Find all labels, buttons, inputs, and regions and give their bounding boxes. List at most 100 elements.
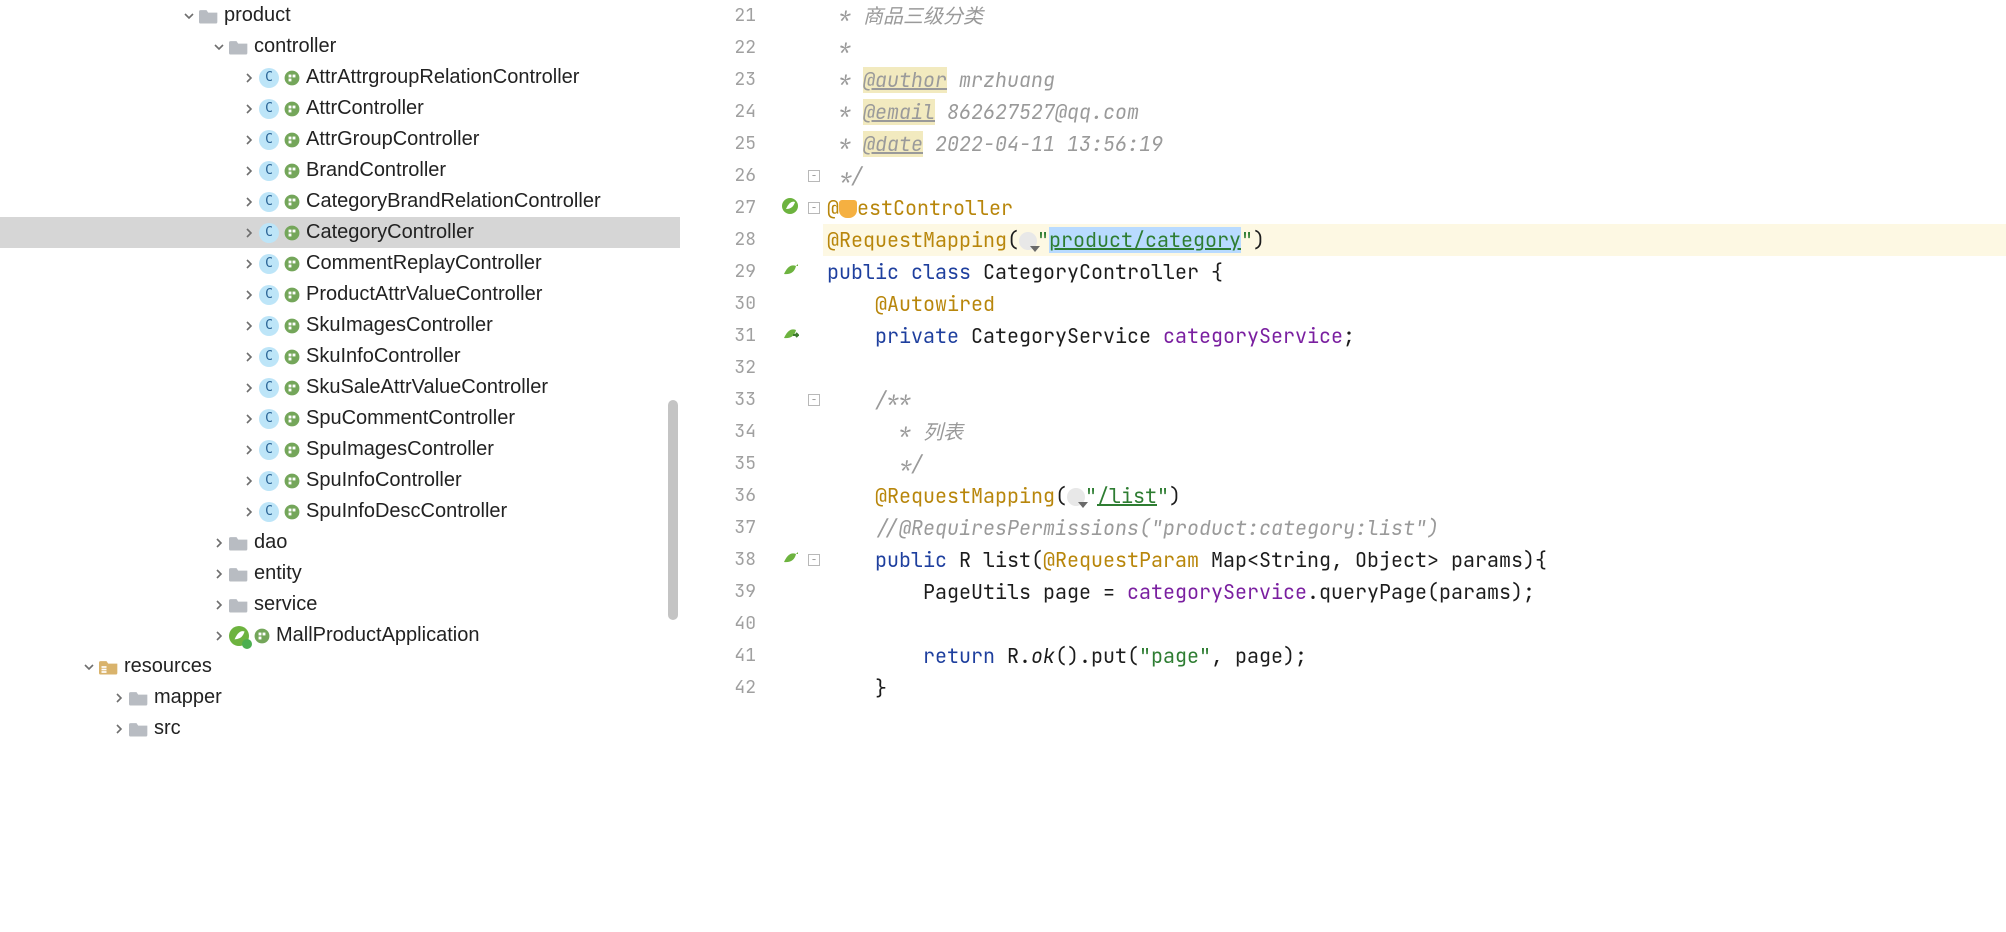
- line-number[interactable]: 36: [680, 480, 774, 512]
- fold-toggle-icon[interactable]: −: [808, 554, 820, 566]
- fold-slot[interactable]: −: [805, 384, 823, 416]
- line-number-gutter[interactable]: 2122232425262728293031323334353637383940…: [680, 0, 775, 932]
- tree-class-CategoryBrandRelationController[interactable]: CCategoryBrandRelationController: [0, 186, 680, 217]
- tree-class-SkuSaleAttrValueController[interactable]: CSkuSaleAttrValueController: [0, 372, 680, 403]
- expand-arrow-icon[interactable]: [240, 444, 258, 456]
- gutter-icon-slot[interactable]: [775, 448, 805, 480]
- line-number[interactable]: 40: [680, 608, 774, 640]
- gutter-icon-slot[interactable]: [775, 288, 805, 320]
- gutter-icons[interactable]: [775, 0, 805, 932]
- code-line-37[interactable]: //@RequiresPermissions("product:category…: [823, 512, 2006, 544]
- expand-arrow-icon[interactable]: [240, 289, 258, 301]
- expand-arrow-icon[interactable]: [210, 41, 228, 53]
- fold-slot[interactable]: −: [805, 160, 823, 192]
- expand-arrow-icon[interactable]: [80, 661, 98, 673]
- intention-bulb-icon[interactable]: [839, 200, 857, 218]
- line-number[interactable]: 37: [680, 512, 774, 544]
- code-line-25[interactable]: * @date 2022-04-11 13:56:19: [823, 128, 2006, 160]
- fold-column[interactable]: − − − −: [805, 0, 823, 932]
- fold-slot[interactable]: −: [805, 192, 823, 224]
- gutter-icon-slot[interactable]: [775, 160, 805, 192]
- tree-scrollbar[interactable]: [668, 400, 678, 620]
- line-number[interactable]: 39: [680, 576, 774, 608]
- line-number[interactable]: 31: [680, 320, 774, 352]
- gutter-icon-slot[interactable]: [775, 128, 805, 160]
- tree-class-SpuCommentController[interactable]: CSpuCommentController: [0, 403, 680, 434]
- tree-class-SkuImagesController[interactable]: CSkuImagesController: [0, 310, 680, 341]
- expand-arrow-icon[interactable]: [240, 320, 258, 332]
- fold-toggle-icon[interactable]: −: [808, 394, 820, 406]
- gutter-icon-slot[interactable]: [775, 64, 805, 96]
- fold-slot[interactable]: [805, 32, 823, 64]
- code-line-28[interactable]: @RequestMapping("product/category"): [823, 224, 2006, 256]
- line-number[interactable]: 30: [680, 288, 774, 320]
- expand-arrow-icon[interactable]: [240, 351, 258, 363]
- line-number[interactable]: 42: [680, 672, 774, 704]
- line-number[interactable]: 33: [680, 384, 774, 416]
- line-number[interactable]: 25: [680, 128, 774, 160]
- line-number[interactable]: 38: [680, 544, 774, 576]
- tree-folder-dao[interactable]: dao: [0, 527, 680, 558]
- gutter-icon-slot[interactable]: [775, 32, 805, 64]
- line-number[interactable]: 35: [680, 448, 774, 480]
- expand-arrow-icon[interactable]: [240, 134, 258, 146]
- tree-class-SpuInfoController[interactable]: CSpuInfoController: [0, 465, 680, 496]
- tree-folder-resources[interactable]: resources: [0, 651, 680, 682]
- expand-arrow-icon[interactable]: [240, 506, 258, 518]
- tree-folder-product[interactable]: product: [0, 0, 680, 31]
- tree-folder-mapper[interactable]: mapper: [0, 682, 680, 713]
- tree-class-SpuImagesController[interactable]: CSpuImagesController: [0, 434, 680, 465]
- fold-slot[interactable]: [805, 352, 823, 384]
- project-tree[interactable]: productcontrollerCAttrAttrgroupRelationC…: [0, 0, 680, 932]
- expand-arrow-icon[interactable]: [240, 103, 258, 115]
- code-line-30[interactable]: @Autowired: [823, 288, 2006, 320]
- fold-slot[interactable]: [805, 64, 823, 96]
- tree-folder-service[interactable]: service: [0, 589, 680, 620]
- gutter-icon-slot[interactable]: [775, 672, 805, 704]
- fold-slot[interactable]: [805, 0, 823, 32]
- code-line-36[interactable]: @RequestMapping("/list"): [823, 480, 2006, 512]
- expand-arrow-icon[interactable]: [240, 165, 258, 177]
- tree-folder-src[interactable]: src: [0, 713, 680, 744]
- expand-arrow-icon[interactable]: [180, 10, 198, 22]
- code-line-39[interactable]: PageUtils page = categoryService.queryPa…: [823, 576, 2006, 608]
- tree-class-SkuInfoController[interactable]: CSkuInfoController: [0, 341, 680, 372]
- fold-slot[interactable]: [805, 256, 823, 288]
- code-line-23[interactable]: * @author mrzhuang: [823, 64, 2006, 96]
- code-line-35[interactable]: */: [823, 448, 2006, 480]
- line-number[interactable]: 26: [680, 160, 774, 192]
- tree-class-AttrController[interactable]: CAttrController: [0, 93, 680, 124]
- line-number[interactable]: 24: [680, 96, 774, 128]
- fold-slot[interactable]: [805, 576, 823, 608]
- code-line-41[interactable]: return R.ok().put("page", page);: [823, 640, 2006, 672]
- line-number[interactable]: 41: [680, 640, 774, 672]
- code-line-27[interactable]: @estController: [823, 192, 2006, 224]
- gutter-icon-slot[interactable]: [775, 320, 805, 352]
- code-line-26[interactable]: */: [823, 160, 2006, 192]
- gutter-icon-slot[interactable]: [775, 0, 805, 32]
- expand-arrow-icon[interactable]: [240, 72, 258, 84]
- fold-slot[interactable]: [805, 320, 823, 352]
- line-number[interactable]: 28: [680, 224, 774, 256]
- tree-class-main[interactable]: MallProductApplication: [0, 620, 680, 651]
- line-number[interactable]: 29: [680, 256, 774, 288]
- expand-arrow-icon[interactable]: [240, 475, 258, 487]
- fold-toggle-icon[interactable]: −: [808, 202, 820, 214]
- gutter-icon-slot[interactable]: [775, 608, 805, 640]
- gutter-icon-slot[interactable]: [775, 384, 805, 416]
- tree-class-CategoryController[interactable]: CCategoryController: [0, 217, 680, 248]
- code-line-31[interactable]: private CategoryService categoryService;: [823, 320, 2006, 352]
- code-line-29[interactable]: public class CategoryController {: [823, 256, 2006, 288]
- code-line-32[interactable]: [823, 352, 2006, 384]
- code-line-21[interactable]: * 商品三级分类: [823, 0, 2006, 32]
- expand-arrow-icon[interactable]: [240, 258, 258, 270]
- line-number[interactable]: 23: [680, 64, 774, 96]
- fold-slot[interactable]: [805, 608, 823, 640]
- line-number[interactable]: 22: [680, 32, 774, 64]
- fold-slot[interactable]: [805, 480, 823, 512]
- expand-arrow-icon[interactable]: [110, 692, 128, 704]
- fold-slot[interactable]: [805, 448, 823, 480]
- fold-slot[interactable]: [805, 128, 823, 160]
- expand-arrow-icon[interactable]: [210, 568, 228, 580]
- code-line-22[interactable]: *: [823, 32, 2006, 64]
